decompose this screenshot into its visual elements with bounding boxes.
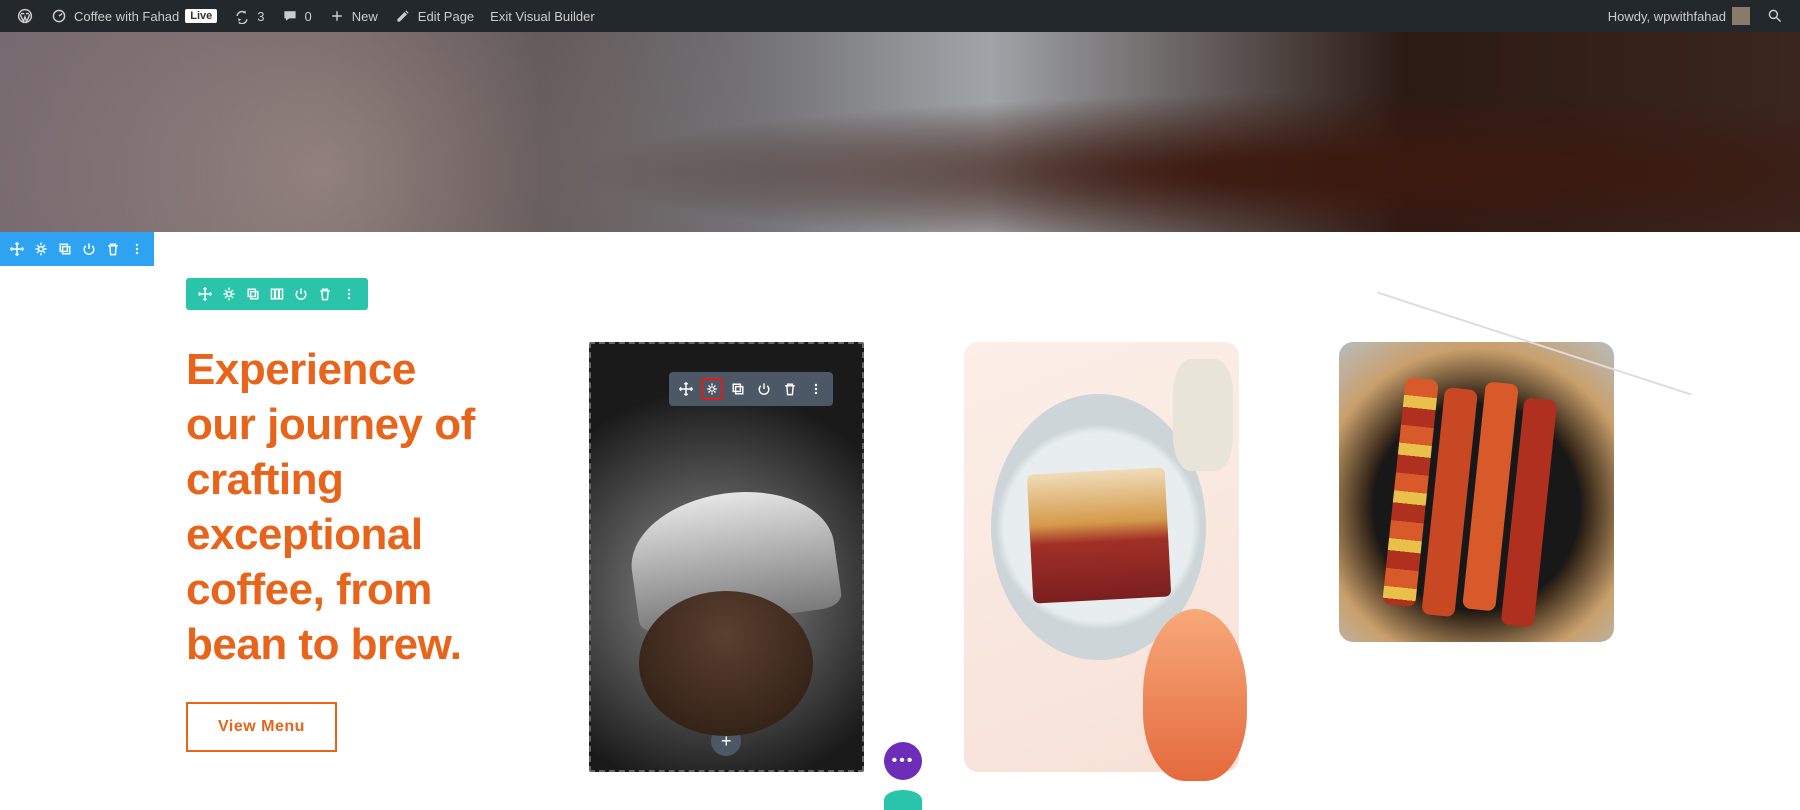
dashboard-icon [50,7,68,25]
search-icon [1766,7,1784,25]
gear-icon[interactable] [701,378,723,400]
exit-vb-label: Exit Visual Builder [490,9,595,24]
image-module-toast[interactable] [964,342,1239,772]
site-name-label: Coffee with Fahad [74,9,179,24]
wordpress-icon [16,7,34,25]
comments-count: 0 [305,9,312,24]
comments-link[interactable]: 0 [273,0,320,32]
builder-fab[interactable]: ••• [884,742,922,780]
new-label: New [352,9,378,24]
avatar [1732,7,1750,25]
hero-heading[interactable]: Experience our journey of crafting excep… [186,342,489,672]
pencil-icon [394,7,412,25]
updates-link[interactable]: 3 [225,0,272,32]
move-icon[interactable] [675,378,697,400]
wp-logo[interactable] [8,0,42,32]
duplicate-icon[interactable] [727,378,749,400]
exit-visual-builder-link[interactable]: Exit Visual Builder [482,0,603,32]
comment-icon [281,7,299,25]
site-name-link[interactable]: Coffee with Fahad Live [42,0,225,32]
content-row: Experience our journey of crafting excep… [0,232,1800,772]
power-icon[interactable] [753,378,775,400]
module-toolbar [669,372,833,406]
add-module-button[interactable]: + [711,726,741,756]
trash-icon[interactable] [779,378,801,400]
account-link[interactable]: Howdy, wpwithfahad [1600,0,1758,32]
wp-admin-bar: Coffee with Fahad Live 3 0 New Edit Page… [0,0,1800,32]
view-menu-button[interactable]: View Menu [186,702,337,752]
edit-page-link[interactable]: Edit Page [386,0,482,32]
howdy-label: Howdy, wpwithfahad [1608,9,1726,24]
text-column: Experience our journey of crafting excep… [186,342,489,772]
image-module-coffee-grinder[interactable]: + [589,342,864,772]
plus-icon [328,7,346,25]
more-icon[interactable] [805,378,827,400]
new-content-link[interactable]: New [320,0,386,32]
builder-fab-secondary[interactable] [884,790,922,810]
image-module-kebab[interactable] [1339,342,1614,642]
updates-count: 3 [257,9,264,24]
search-toggle[interactable] [1758,0,1792,32]
live-badge: Live [185,9,217,23]
edit-page-label: Edit Page [418,9,474,24]
hero-banner [0,32,1800,232]
refresh-icon [233,7,251,25]
